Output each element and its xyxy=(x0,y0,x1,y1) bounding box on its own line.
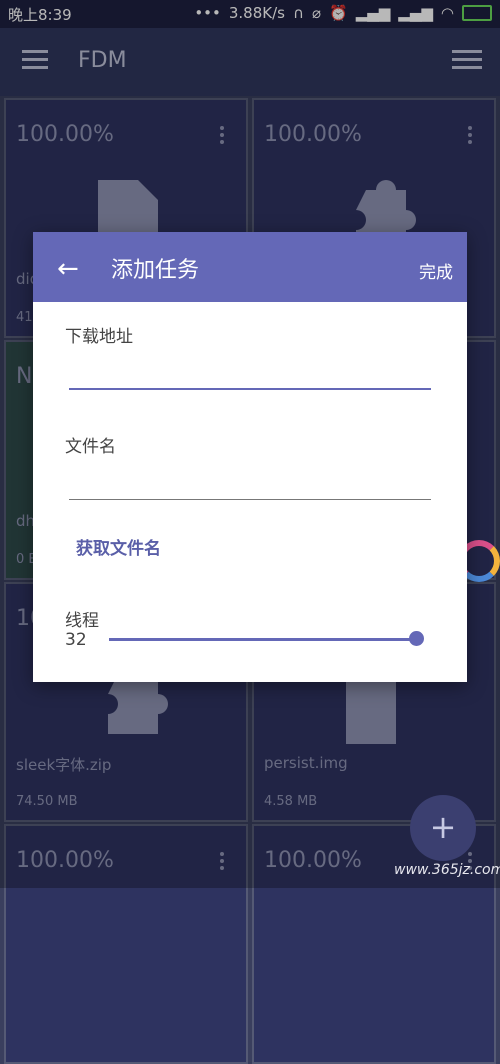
dialog-title: 添加任务 xyxy=(111,258,200,283)
fetch-filename-button[interactable]: 获取文件名 xyxy=(76,534,161,559)
threads-slider[interactable] xyxy=(109,638,415,641)
filename-input[interactable] xyxy=(69,499,431,500)
add-task-dialog: ← 添加任务 完成 下载地址 文件名 获取文件名 线程 32 xyxy=(33,232,467,682)
watermark: www.365jz.com xyxy=(394,862,500,878)
threads-slider-knob[interactable] xyxy=(409,631,424,646)
filename-label: 文件名 xyxy=(65,437,116,457)
dialog-header: ← 添加任务 完成 xyxy=(33,232,467,302)
add-fab-button[interactable]: + xyxy=(410,795,476,861)
threads-label: 线程 xyxy=(65,611,99,631)
threads-value: 32 xyxy=(65,630,87,650)
url-label: 下载地址 xyxy=(65,327,133,347)
url-input[interactable] xyxy=(69,388,431,390)
done-button[interactable]: 完成 xyxy=(419,258,453,283)
back-arrow-icon[interactable]: ← xyxy=(57,254,79,284)
